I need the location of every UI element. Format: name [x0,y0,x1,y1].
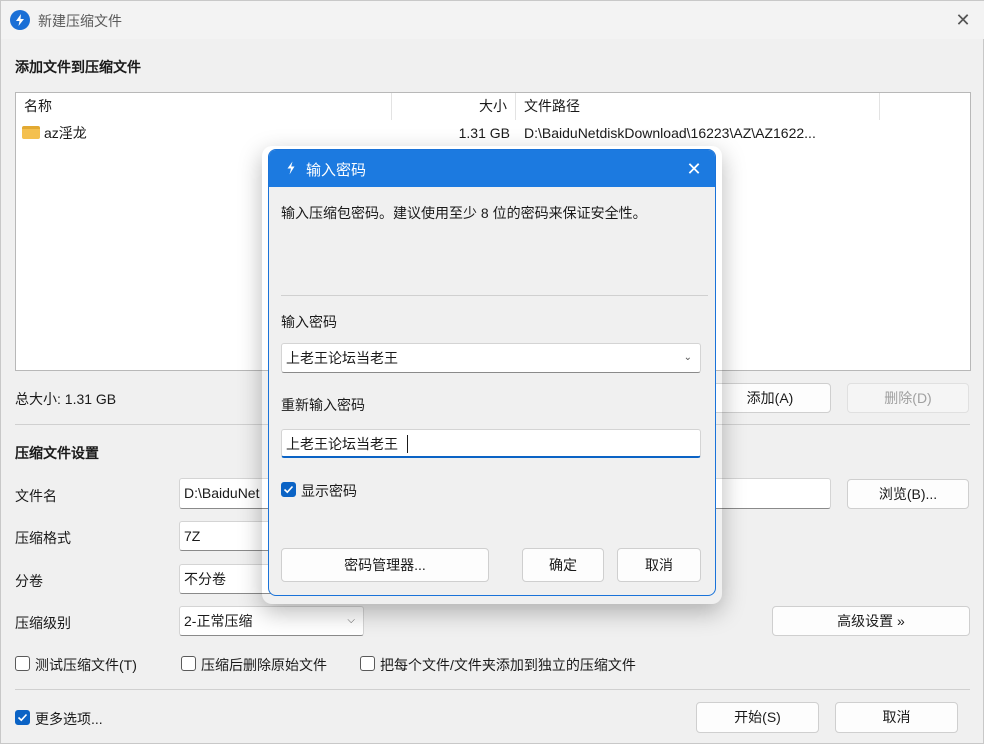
level-value: 2-正常压缩 [184,613,253,629]
test-archive-checkbox[interactable] [15,656,30,671]
more-options-label: 更多选项... [35,711,103,727]
show-password-label: 显示密码 [301,483,357,499]
ok-button[interactable]: 确定 [522,548,604,582]
test-archive-label: 测试压缩文件(T) [35,657,137,673]
advanced-settings-button[interactable]: 高级设置 » [772,606,970,636]
separate-archives-checkbox[interactable] [360,656,375,671]
password-manager-button[interactable]: 密码管理器... [281,548,489,582]
show-password-checkbox[interactable] [281,482,296,497]
title-bar: 新建压缩文件 ✕ [1,1,984,39]
reenter-password-label: 重新输入密码 [281,397,365,413]
column-header-empty [880,93,970,120]
dialog-cancel-button[interactable]: 取消 [617,548,701,582]
format-value: 7Z [184,528,201,544]
chevron-down-icon: ⌄ [683,352,692,363]
text-caret [407,435,408,453]
settings-heading: 压缩文件设置 [15,445,99,461]
format-label: 压缩格式 [15,530,71,546]
level-label: 压缩级别 [15,615,71,631]
password-combo[interactable]: 上老王论坛当老王 ⌄ [281,343,701,373]
folder-icon [22,126,40,139]
add-files-heading: 添加文件到压缩文件 [15,59,141,75]
total-size: 总大小: 1.31 GB [15,391,117,407]
delete-button[interactable]: 删除(D) [847,383,969,413]
password-value: 上老王论坛当老王 [286,350,398,366]
separate-archives-label: 把每个文件/文件夹添加到独立的压缩文件 [380,657,636,673]
add-button[interactable]: 添加(A) [709,383,831,413]
password-dialog: 输入密码 ✕ 输入压缩包密码。建议使用至少 8 位的密码来保证安全性。 输入密码… [268,149,716,596]
app-logo-icon [283,160,299,176]
dialog-hint: 输入压缩包密码。建议使用至少 8 位的密码来保证安全性。 [281,205,647,221]
row-path: D:\BaiduNetdiskDownload\16223\AZ\AZ1622.… [524,125,816,141]
row-size: 1.31 GB [458,125,510,141]
chevron-down-icon: ⌵ [347,615,355,626]
close-icon[interactable]: ✕ [946,5,980,35]
divider [15,689,970,690]
reenter-password-value: 上老王论坛当老王 [286,436,398,452]
level-select[interactable]: 2-正常压缩 ⌵ [179,606,364,636]
dialog-title: 输入密码 [306,162,367,179]
delete-original-checkbox[interactable] [181,656,196,671]
start-button[interactable]: 开始(S) [696,702,819,733]
browse-button[interactable]: 浏览(B)... [847,479,969,509]
divider [281,295,708,296]
filename-label: 文件名 [15,488,57,504]
window-title: 新建压缩文件 [38,13,122,29]
dialog-title-bar: 输入密码 ✕ [269,150,715,187]
row-name: az淫龙 [44,125,87,141]
app-logo-icon [10,10,30,30]
column-header-size[interactable]: 大小 [392,93,516,120]
column-header-path[interactable]: 文件路径 [516,93,880,120]
delete-original-label: 压缩后删除原始文件 [201,657,327,673]
close-icon[interactable]: ✕ [679,156,709,182]
column-header-name[interactable]: 名称 [16,93,392,120]
split-value: 不分卷 [184,571,226,587]
reenter-password-input[interactable]: 上老王论坛当老王 [281,429,701,458]
split-label: 分卷 [15,573,43,589]
cancel-button[interactable]: 取消 [835,702,958,733]
password-label: 输入密码 [281,314,337,330]
more-options-checkbox[interactable] [15,710,30,725]
